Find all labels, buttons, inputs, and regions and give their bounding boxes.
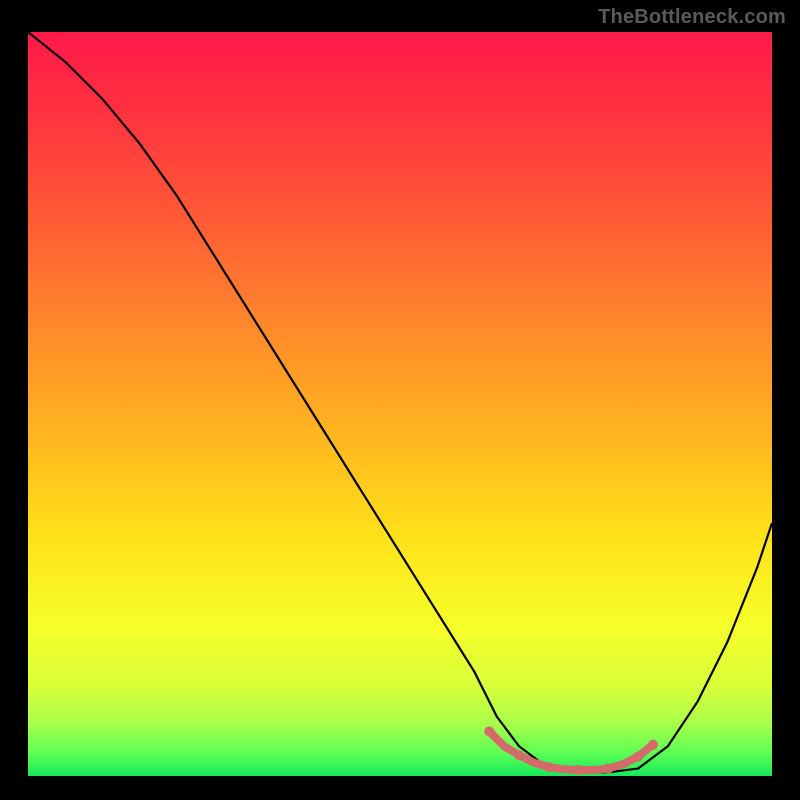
- highlight-dot: [603, 764, 613, 774]
- highlight-dot: [648, 740, 658, 750]
- watermark-label: TheBottleneck.com: [598, 6, 786, 29]
- chart-page: TheBottleneck.com: [0, 0, 800, 800]
- highlight-dot: [514, 750, 524, 760]
- bottleneck-chart: [28, 32, 772, 776]
- highlight-dot: [484, 726, 494, 736]
- highlight-dot: [633, 752, 643, 762]
- plot-area: [28, 32, 772, 776]
- highlight-dot: [544, 762, 554, 772]
- highlight-dot: [574, 765, 584, 775]
